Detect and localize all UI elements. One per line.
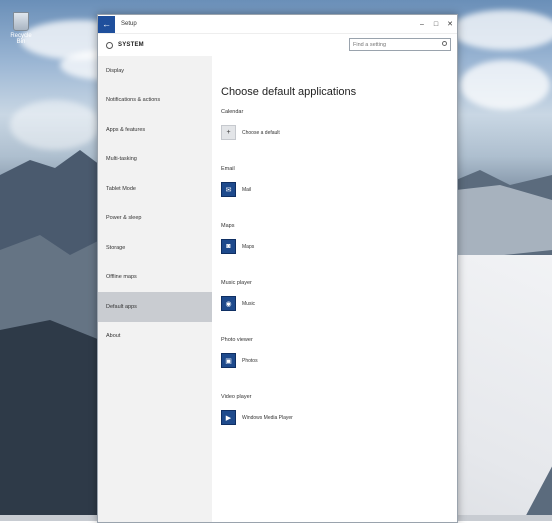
group-label: Music player [221,280,252,286]
sidebar-item-display[interactable]: Display [98,56,212,86]
sidebar-item-apps-features[interactable]: Apps & features [98,115,212,145]
default-music-group: Music player ◉ Music [221,280,457,311]
recycle-bin-label: Recycle Bin [10,33,32,45]
search-input[interactable] [353,41,433,48]
main-content: Choose default applications Calendar + C… [212,56,457,522]
sidebar-item-storage[interactable]: Storage [98,233,212,263]
sidebar-item-multitasking[interactable]: Multi-tasking [98,145,212,175]
window-title: Setup [121,21,137,27]
sidebar-item-offline-maps[interactable]: Offline maps [98,263,212,293]
group-label: Photo viewer [221,337,253,343]
video-icon: ▶ [221,410,236,425]
default-video-app[interactable]: ▶ Windows Media Player [221,410,457,425]
photos-icon: ▣ [221,353,236,368]
app-name: Choose a default [242,129,280,136]
recycle-bin[interactable]: Recycle Bin [6,12,36,45]
sidebar: Display Notifications & actions Apps & f… [98,56,212,522]
default-music-app[interactable]: ◉ Music [221,296,457,311]
mail-icon: ✉ [221,182,236,197]
group-label: Video player [221,394,252,400]
group-label: Maps [221,223,235,229]
music-icon: ◉ [221,296,236,311]
close-button[interactable]: ✕ [443,15,457,33]
app-name: Mail [242,186,252,193]
default-email-app[interactable]: ✉ Mail [221,182,457,197]
back-button[interactable]: ← [98,15,115,33]
app-name: Photos [242,357,258,364]
plus-icon: + [221,125,236,140]
settings-window: ← Setup – □ ✕ SYSTEM Display Notificatio… [97,14,458,523]
default-video-group: Video player ▶ Windows Media Player [221,394,457,425]
default-calendar-app[interactable]: + Choose a default [221,125,457,140]
app-name: Maps [242,243,255,250]
header: SYSTEM [98,34,457,56]
default-maps-group: Maps ◙ Maps [221,223,457,254]
default-email-group: Email ✉ Mail [221,166,457,197]
sidebar-item-tablet-mode[interactable]: Tablet Mode [98,174,212,204]
maps-icon: ◙ [221,239,236,254]
default-photos-group: Photo viewer ▣ Photos [221,337,457,368]
maximize-button[interactable]: □ [429,15,443,33]
sidebar-item-default-apps[interactable]: Default apps [98,292,212,322]
search-field[interactable] [349,38,451,51]
group-label: Email [221,166,235,172]
app-name: Windows Media Player [242,414,293,421]
window-body: Display Notifications & actions Apps & f… [98,56,457,522]
default-maps-app[interactable]: ◙ Maps [221,239,457,254]
sidebar-item-about[interactable]: About [98,322,212,352]
sidebar-item-power-sleep[interactable]: Power & sleep [98,204,212,234]
recycle-bin-icon [13,12,29,31]
section-title: SYSTEM [118,42,144,48]
minimize-button[interactable]: – [415,15,429,33]
page-title: Choose default applications [221,86,357,98]
group-label: Calendar [221,109,244,115]
app-name: Music [242,300,256,307]
sidebar-item-notifications[interactable]: Notifications & actions [98,86,212,116]
search-icon[interactable] [442,41,447,46]
title-bar: ← Setup – □ ✕ [98,15,457,34]
gear-icon [106,41,113,49]
default-calendar-group: Calendar + Choose a default [221,109,457,140]
default-photos-app[interactable]: ▣ Photos [221,353,457,368]
